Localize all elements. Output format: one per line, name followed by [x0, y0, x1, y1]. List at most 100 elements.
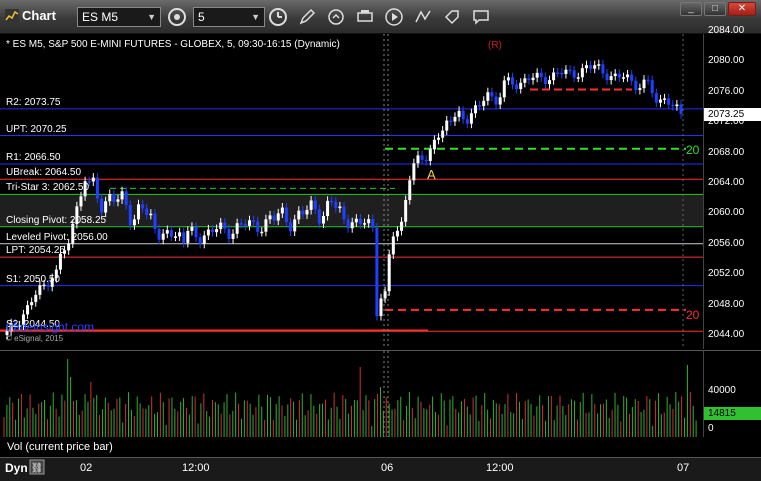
candle-body	[284, 207, 288, 223]
minimize-button[interactable]: _	[680, 2, 702, 16]
volume-panel[interactable]	[0, 350, 703, 437]
upper-count-label: 20	[686, 143, 700, 157]
candle-body	[387, 254, 391, 292]
candle-body	[453, 116, 457, 122]
candle-body	[523, 78, 527, 83]
candle-body	[395, 230, 399, 237]
candle-body	[346, 219, 350, 229]
candle-body	[432, 139, 436, 150]
candle-body	[490, 92, 494, 97]
volume-chart-canvas[interactable]	[0, 351, 703, 437]
studies-icon[interactable]	[413, 7, 433, 27]
candle-body	[511, 77, 514, 85]
print-icon[interactable]	[355, 7, 375, 27]
candle-body	[210, 229, 214, 233]
candle-body	[506, 77, 510, 81]
level-label: Leveled Pivot: 2056.00	[6, 231, 108, 243]
candle-body	[663, 98, 667, 100]
redo-icon[interactable]	[326, 7, 346, 27]
candle-body	[206, 229, 210, 236]
candle-body	[276, 213, 280, 221]
candle-body	[671, 104, 675, 107]
chevron-down-icon[interactable]: ▼	[147, 12, 156, 22]
candle-body	[383, 291, 387, 299]
candle-body	[461, 110, 465, 120]
title-bar: Chart ES M5 ▼ 5 ▼ _ □ ✕	[0, 0, 761, 34]
candle-body	[474, 105, 478, 114]
candle-body	[178, 232, 182, 237]
last-price-badge: 2073.25	[704, 108, 761, 121]
candle-body	[552, 72, 556, 81]
price-chart-canvas[interactable]	[0, 34, 703, 349]
candle-body	[416, 155, 420, 164]
price-axis[interactable]: 2084.00 2080.00 2076.00 2072.00 2068.00 2064.…	[703, 25, 761, 349]
pencil-icon[interactable]	[297, 7, 317, 27]
level-label: R2: 2073.75	[6, 96, 61, 108]
candle-body	[301, 210, 305, 215]
candle-body	[243, 223, 247, 226]
level-label: LPT: 2054.25	[6, 245, 65, 257]
level-label: Closing Pivot: 2058.25	[6, 214, 107, 226]
price-tick: 2044.00	[708, 329, 745, 340]
candle-body	[215, 229, 219, 233]
play-icon[interactable]	[384, 7, 404, 27]
clock-icon[interactable]	[268, 7, 288, 27]
candle-body	[120, 191, 124, 200]
comment-icon[interactable]	[471, 7, 491, 27]
dynamic-mode-label[interactable]: Dyn	[5, 461, 28, 475]
candle-body	[30, 302, 34, 306]
price-tick: 2052.00	[708, 268, 745, 280]
candle-body	[424, 159, 428, 162]
level-label: UPT: 2070.25	[6, 123, 67, 135]
candle-body	[227, 228, 231, 239]
candle-body	[186, 230, 190, 243]
candle-body	[141, 204, 145, 209]
candle-body	[589, 65, 593, 69]
interval-value: 5	[198, 10, 205, 24]
time-tick: 06	[381, 462, 394, 474]
maximize-button[interactable]: □	[704, 2, 726, 16]
candle-body	[531, 77, 535, 81]
volume-tick: 40000	[708, 385, 736, 396]
candle-body	[564, 69, 568, 74]
candle-body	[609, 76, 613, 81]
close-button[interactable]: ✕	[728, 2, 756, 16]
watermark: tradeinsight.com	[6, 320, 95, 334]
cursor-settings-icon[interactable]	[167, 7, 187, 27]
candle-body	[605, 73, 609, 81]
volume-axis[interactable]: 40000 14815 0	[703, 350, 761, 437]
tag-icon[interactable]	[442, 7, 462, 27]
candle-body	[264, 219, 268, 232]
interval-input[interactable]: 5 ▼	[193, 7, 265, 27]
link-icon[interactable]: ⛓	[29, 459, 45, 475]
candle-body	[367, 219, 371, 224]
candle-body	[379, 298, 383, 316]
price-chart[interactable]: * ES M5, S&P 500 E-MINI FUTURES - GLOBEX…	[0, 34, 703, 349]
chevron-down-icon[interactable]: ▼	[251, 12, 260, 22]
candle-body	[190, 226, 194, 231]
candle-body	[547, 80, 551, 85]
candle-body	[137, 204, 141, 220]
candle-body	[252, 220, 256, 222]
candle-body	[486, 92, 490, 101]
candle-body	[268, 215, 272, 220]
candle-body	[289, 222, 293, 232]
candle-body	[527, 78, 531, 81]
candle-body	[679, 104, 683, 114]
candle-body	[621, 77, 625, 79]
candle-body	[219, 222, 223, 230]
price-tick: 2076.00	[708, 85, 745, 97]
symbol-input[interactable]: ES M5 ▼	[77, 7, 161, 27]
candle-body	[457, 110, 461, 117]
candle-body	[556, 72, 560, 74]
candle-body	[157, 229, 161, 240]
candle-body	[539, 72, 543, 78]
candle-body	[519, 82, 523, 89]
candle-body	[169, 230, 173, 237]
candle-body	[247, 220, 251, 226]
volume-label: Vol (current price bar)	[7, 441, 113, 453]
candle-body	[104, 201, 108, 213]
candle-body	[350, 222, 354, 229]
candle-body	[543, 77, 547, 85]
candle-body	[391, 236, 395, 255]
